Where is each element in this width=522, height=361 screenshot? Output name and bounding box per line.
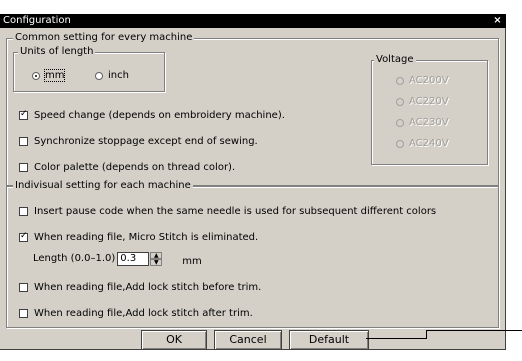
- callout-line-vertical: [426, 330, 427, 339]
- length-spinner[interactable]: ▲ ▼: [150, 251, 163, 266]
- speed-change-check-icon: [19, 109, 28, 120]
- voltage-option-ac230v[interactable]: AC230V: [396, 117, 449, 128]
- lock-after-label: When reading file,Add lock stitch after …: [34, 308, 253, 319]
- unit-mm-radio-icon: [32, 71, 40, 80]
- synchronize-checkbox[interactable]: Synchronize stoppage except end of sewin…: [19, 136, 258, 147]
- spin-down-icon[interactable]: ▼: [150, 258, 163, 266]
- units-group: Units of length mm inch: [13, 46, 165, 92]
- pause-code-check-icon: [19, 207, 28, 216]
- configuration-dialog: Configuration × Common setting for every…: [0, 14, 506, 350]
- micro-stitch-check-icon: [19, 231, 28, 242]
- common-settings-legend: Common setting for every machine: [13, 32, 195, 44]
- length-label: Length (0.0–1.0): [33, 253, 116, 264]
- voltage-group: Voltage AC200V AC220V AC230V AC240V: [371, 54, 488, 165]
- voltage-option-ac240v[interactable]: AC240V: [396, 138, 449, 149]
- unit-mm-label: mm: [43, 69, 66, 82]
- synchronize-check-icon: [19, 137, 28, 146]
- length-input[interactable]: 0.3: [117, 251, 150, 266]
- color-palette-label: Color palette (depends on thread color).: [34, 162, 236, 173]
- individual-settings-group: Indivisual setting for each machine Inse…: [6, 180, 499, 328]
- ac220v-radio-icon: [396, 97, 404, 106]
- ac230v-label: AC230V: [409, 117, 449, 128]
- color-palette-check-icon: [19, 163, 28, 172]
- ac230v-radio-icon: [396, 118, 404, 127]
- micro-stitch-checkbox[interactable]: When reading file, Micro Stitch is elimi…: [19, 231, 259, 243]
- voltage-legend: Voltage: [374, 54, 416, 66]
- lock-before-label: When reading file,Add lock stitch before…: [34, 282, 262, 293]
- color-palette-checkbox[interactable]: Color palette (depends on thread color).: [19, 162, 235, 173]
- length-row: Length (0.0–1.0) 0.3 ▲ ▼ mm: [33, 250, 202, 267]
- cancel-button[interactable]: Cancel: [214, 330, 282, 350]
- unit-option-inch[interactable]: inch: [95, 70, 129, 81]
- ac240v-label: AC240V: [409, 138, 449, 149]
- unit-option-mm[interactable]: mm: [32, 69, 66, 82]
- lock-before-checkbox[interactable]: When reading file,Add lock stitch before…: [19, 282, 261, 293]
- speed-change-checkbox[interactable]: Speed change (depends on embroidery mach…: [19, 109, 285, 121]
- units-legend: Units of length: [18, 46, 96, 58]
- speed-change-label: Speed change (depends on embroidery mach…: [34, 110, 285, 121]
- ac200v-label: AC200V: [409, 75, 449, 86]
- default-button[interactable]: Default: [289, 330, 369, 350]
- spin-up-icon[interactable]: ▲: [150, 251, 163, 259]
- pause-code-checkbox[interactable]: Insert pause code when the same needle i…: [19, 206, 436, 217]
- ac220v-label: AC220V: [409, 96, 449, 107]
- length-unit: mm: [182, 256, 202, 267]
- lock-after-check-icon: [19, 309, 28, 318]
- micro-stitch-label: When reading file, Micro Stitch is elimi…: [34, 232, 259, 243]
- pause-code-label: Insert pause code when the same needle i…: [34, 206, 437, 217]
- ac240v-radio-icon: [396, 139, 404, 148]
- callout-line: [366, 338, 426, 339]
- unit-inch-label: inch: [108, 70, 129, 81]
- unit-inch-radio-icon: [95, 71, 103, 80]
- title-bar: Configuration ×: [0, 14, 506, 28]
- ac200v-radio-icon: [396, 76, 404, 85]
- voltage-option-ac220v[interactable]: AC220V: [396, 96, 449, 107]
- callout-line-extension: [426, 330, 522, 331]
- window-title: Configuration: [3, 15, 71, 26]
- synchronize-label: Synchronize stoppage except end of sewin…: [34, 136, 258, 147]
- lock-before-check-icon: [19, 283, 28, 292]
- common-settings-group: Common setting for every machine Units o…: [6, 32, 499, 186]
- voltage-option-ac200v[interactable]: AC200V: [396, 75, 449, 86]
- close-icon[interactable]: ×: [492, 16, 503, 26]
- lock-after-checkbox[interactable]: When reading file,Add lock stitch after …: [19, 308, 253, 319]
- individual-settings-legend: Indivisual setting for each machine: [13, 180, 193, 192]
- ok-button[interactable]: OK: [141, 330, 207, 350]
